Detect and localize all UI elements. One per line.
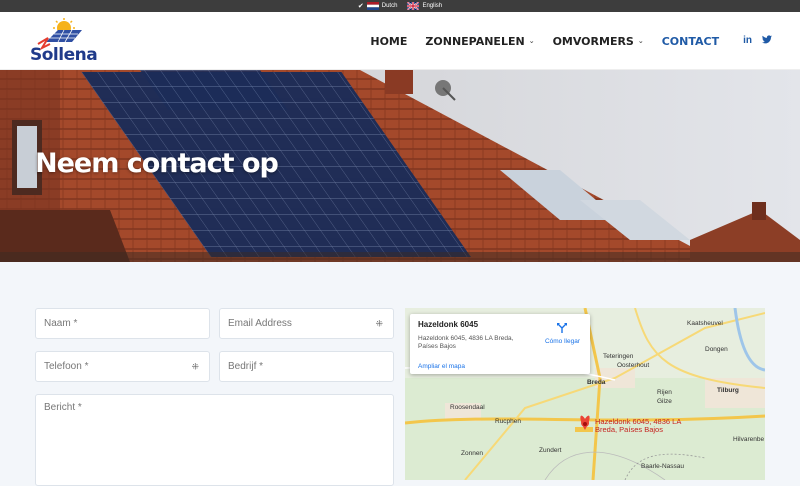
town-label: Dongen [705,346,728,353]
message-textarea[interactable]: Bericht * [35,394,394,486]
directions-button[interactable]: Cómo llegar [545,320,580,345]
message-placeholder: Bericht * [44,402,82,413]
google-map[interactable]: Breda Tilburg Roosendaal Rucphen Zundert… [405,308,765,480]
name-field[interactable]: Naam * [35,308,210,339]
logo[interactable]: Sollena [28,12,103,70]
main-nav: HOME ZONNEPANELEN ⌄ OMVORMERS ⌄ CONTACT … [370,12,772,70]
check-icon: ✔ [357,3,364,10]
town-label: Breda [587,379,606,386]
twitter-icon[interactable] [762,35,772,47]
site-header: Sollena HOME ZONNEPANELEN ⌄ OMVORMERS ⌄ … [0,12,800,70]
page-title: Neem contact op [35,148,279,179]
town-label: Zonnen [461,450,484,457]
town-label: Gilze [657,398,672,405]
nav-home-label: HOME [370,34,408,48]
town-label: Kaatsheuvel [687,320,723,327]
nav-contact-label: CONTACT [661,34,720,48]
town-label: Rijen [657,389,672,396]
town-label: Tilburg [717,387,739,394]
lang-dutch[interactable]: ✔ Dutch [357,2,398,10]
directions-label: Cómo llegar [544,338,580,345]
town-label: Zundert [539,447,562,454]
nav-zonnepanelen-label: ZONNEPANELEN [425,34,525,48]
autofill-icon[interactable]: ⁜ [191,361,199,372]
phone-placeholder: Telefoon * [44,361,89,372]
linkedin-icon[interactable]: in [743,35,752,47]
lang-english[interactable]: English [407,2,442,10]
enlarge-map-link[interactable]: Ampliar el mapa [418,363,465,370]
chevron-down-icon: ⌄ [528,37,535,45]
phone-field[interactable]: Telefoon * ⁜ [35,351,210,382]
autofill-icon[interactable]: ⁜ [375,318,383,329]
chevron-down-icon: ⌄ [637,37,644,45]
directions-icon [557,323,568,333]
lang-english-label: English [422,3,443,9]
nav-home[interactable]: HOME [370,35,407,48]
social-links: in [743,35,772,47]
town-label: Teteringen [603,353,634,360]
hero-banner: Neem contact op [0,70,800,262]
email-field[interactable]: Email Address ⁜ [219,308,394,339]
town-label: Rucphen [495,418,522,425]
town-label: Oosterhout [617,362,650,369]
logo-text: Sollena [30,45,98,65]
nav-omvormers-label: OMVORMERS [552,34,634,48]
nav-zonnepanelen[interactable]: ZONNEPANELEN ⌄ [425,35,534,48]
map-card-address: Hazeldonk 6045, 4836 LA Breda, Países Ba… [418,335,514,350]
company-placeholder: Bedrijf * [228,361,264,372]
english-flag-icon [407,2,420,10]
town-label: Baarle-Nassau [641,463,684,470]
town-label: Roosendaal [450,404,485,411]
email-placeholder: Email Address [228,318,292,329]
nav-contact[interactable]: CONTACT [662,35,719,48]
name-placeholder: Naam * [44,318,78,329]
language-bar: ✔ Dutch English [0,0,800,12]
map-pin-label: Hazeldonk 6045, 4836 LA Breda, Países Ba… [595,417,681,434]
dutch-flag-icon [366,2,379,10]
lang-dutch-label: Dutch [381,3,398,9]
nav-omvormers[interactable]: OMVORMERS ⌄ [553,35,644,48]
company-field[interactable]: Bedrijf * [219,351,394,382]
map-info-card: Hazeldonk 6045 Hazeldonk 6045, 4836 LA B… [410,314,590,374]
town-label: Hilvarenbe [733,436,765,443]
